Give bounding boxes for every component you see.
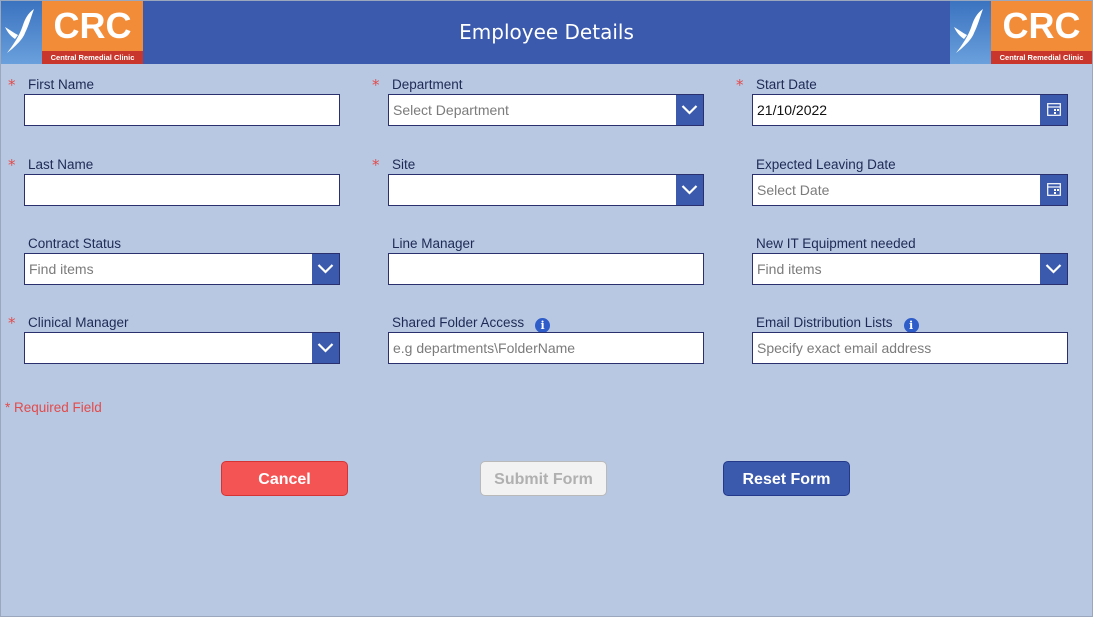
- contract-status-label: Contract Status: [28, 236, 122, 251]
- required-field-note: * Required Field: [5, 400, 102, 415]
- required-marker: *: [736, 76, 744, 94]
- email-distribution-lists-input[interactable]: Specify exact email address: [752, 332, 1068, 364]
- required-marker: *: [8, 314, 16, 332]
- page-title: Employee Details: [459, 20, 634, 44]
- logo-name: Central Remedial Clinic: [42, 51, 143, 64]
- contract-status-placeholder: Find items: [29, 261, 94, 277]
- site-dropdown[interactable]: [388, 174, 704, 206]
- logo-abbr: CRC: [53, 5, 132, 46]
- crc-logo-right: CRC Central Remedial Clinic: [950, 1, 1092, 64]
- line-manager-input[interactable]: [388, 253, 704, 285]
- clinical-manager-dropdown[interactable]: [24, 332, 340, 364]
- bird-logo-icon: [950, 1, 991, 64]
- bird-logo-icon: [1, 1, 42, 64]
- crc-logo-left: CRC Central Remedial Clinic: [1, 1, 143, 64]
- calendar-icon[interactable]: [1040, 95, 1067, 125]
- required-marker: *: [372, 156, 380, 174]
- required-marker: *: [8, 156, 16, 174]
- shared-folder-access-placeholder: e.g departments\FolderName: [393, 340, 576, 356]
- info-icon[interactable]: i: [535, 318, 551, 333]
- info-icon[interactable]: i: [903, 318, 919, 333]
- header-bar: Employee Details CRC Central Remedial Cl…: [1, 1, 1092, 64]
- shared-folder-access-input[interactable]: e.g departments\FolderName: [388, 332, 704, 364]
- logo-name: Central Remedial Clinic: [991, 51, 1092, 64]
- chevron-down-icon[interactable]: [676, 175, 703, 205]
- submit-form-button[interactable]: Submit Form: [480, 461, 607, 496]
- line-manager-label: Line Manager: [392, 236, 475, 251]
- start-date-value: 21/10/2022: [757, 102, 828, 118]
- chevron-down-icon[interactable]: [676, 95, 703, 125]
- contract-status-combobox[interactable]: Find items: [24, 253, 340, 285]
- new-it-equipment-combobox[interactable]: Find items: [752, 253, 1068, 285]
- email-distribution-lists-placeholder: Specify exact email address: [757, 340, 932, 356]
- email-distribution-lists-label: Email Distribution Lists i: [756, 315, 919, 333]
- new-it-equipment-placeholder: Find items: [757, 261, 822, 277]
- expected-leaving-date-placeholder: Select Date: [757, 182, 830, 198]
- expected-leaving-date-picker[interactable]: Select Date: [752, 174, 1068, 206]
- required-marker: *: [8, 76, 16, 94]
- start-date-picker[interactable]: 21/10/2022: [752, 94, 1068, 126]
- clinical-manager-label: Clinical Manager: [28, 315, 129, 330]
- site-label: Site: [392, 157, 416, 172]
- department-label: Department: [392, 77, 463, 92]
- required-marker: *: [372, 76, 380, 94]
- chevron-down-icon[interactable]: [312, 254, 339, 284]
- last-name-input[interactable]: [24, 174, 340, 206]
- logo-abbr: CRC: [1002, 5, 1081, 46]
- chevron-down-icon[interactable]: [312, 333, 339, 363]
- crc-brand: CRC Central Remedial Clinic: [42, 1, 143, 64]
- department-dropdown[interactable]: Select Department: [388, 94, 704, 126]
- department-placeholder: Select Department: [393, 102, 509, 118]
- last-name-label: Last Name: [28, 157, 94, 172]
- chevron-down-icon[interactable]: [1040, 254, 1067, 284]
- start-date-label: Start Date: [756, 77, 817, 92]
- crc-brand: CRC Central Remedial Clinic: [991, 1, 1092, 64]
- cancel-button[interactable]: Cancel: [221, 461, 348, 496]
- first-name-label: First Name: [28, 77, 95, 92]
- shared-folder-access-label: Shared Folder Access i: [392, 315, 551, 333]
- reset-form-button[interactable]: Reset Form: [723, 461, 850, 496]
- first-name-input[interactable]: [24, 94, 340, 126]
- calendar-icon[interactable]: [1040, 175, 1067, 205]
- expected-leaving-date-label: Expected Leaving Date: [756, 157, 896, 172]
- app-frame: [0, 0, 1093, 617]
- new-it-equipment-label: New IT Equipment needed: [756, 236, 916, 251]
